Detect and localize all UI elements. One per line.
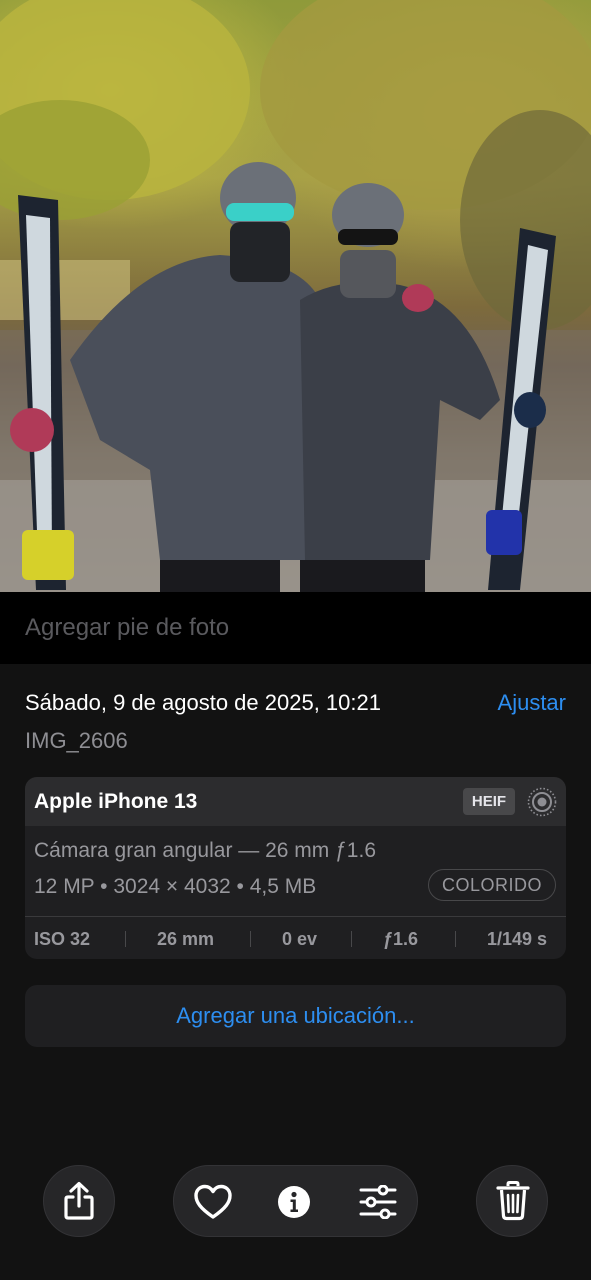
delete-button[interactable] [476, 1165, 548, 1237]
info-icon[interactable] [277, 1185, 311, 1219]
exif-divider [125, 931, 126, 947]
caption-placeholder: Agregar pie de foto [25, 614, 230, 641]
photo-actions-group [173, 1165, 418, 1237]
share-icon [64, 1181, 94, 1220]
exif-exposure: 0 ev [282, 929, 318, 949]
caption-field[interactable]: Agregar pie de foto [0, 592, 591, 664]
trash-icon [496, 1181, 530, 1221]
exif-aperture: ƒ1.6 [383, 929, 419, 949]
heart-icon[interactable] [194, 1184, 232, 1220]
camera-info-card: Apple iPhone 13 HEIF Cámara gran angular… [25, 777, 566, 959]
exif-divider [351, 931, 352, 947]
photo-date: Sábado, 9 de agosto de 2025, 10:21 [25, 690, 381, 715]
photo-style-badge: COLORIDO [428, 869, 556, 901]
share-button[interactable] [43, 1165, 115, 1237]
exif-iso: ISO 32 [34, 929, 91, 949]
adjust-date-button[interactable]: Ajustar [498, 690, 566, 716]
format-badge: HEIF [463, 788, 515, 815]
add-location-label: Agregar una ubicación... [176, 1003, 415, 1028]
lens-info: Cámara gran angular — 26 mm ƒ1.6 [34, 839, 376, 862]
exif-divider [455, 931, 456, 947]
exif-shutter: 1/149 s [487, 929, 548, 949]
sliders-icon[interactable] [359, 1185, 397, 1219]
camera-card-header: Apple iPhone 13 HEIF [25, 777, 566, 826]
photo-illustration [0, 0, 591, 592]
exif-divider [250, 931, 251, 947]
device-name: Apple iPhone 13 [34, 790, 198, 813]
photo[interactable] [0, 0, 591, 592]
exif-row: ISO 32 26 mm 0 ev ƒ1.6 1/149 s [25, 916, 566, 959]
add-location-button[interactable]: Agregar una ubicación... [25, 985, 566, 1047]
live-photo-icon[interactable] [526, 786, 558, 818]
image-specs: 12 MP • 3024 × 4032 • 4,5 MB [34, 875, 317, 898]
file-name: IMG_2606 [25, 728, 128, 753]
exif-focal-length: 26 mm [157, 929, 215, 949]
